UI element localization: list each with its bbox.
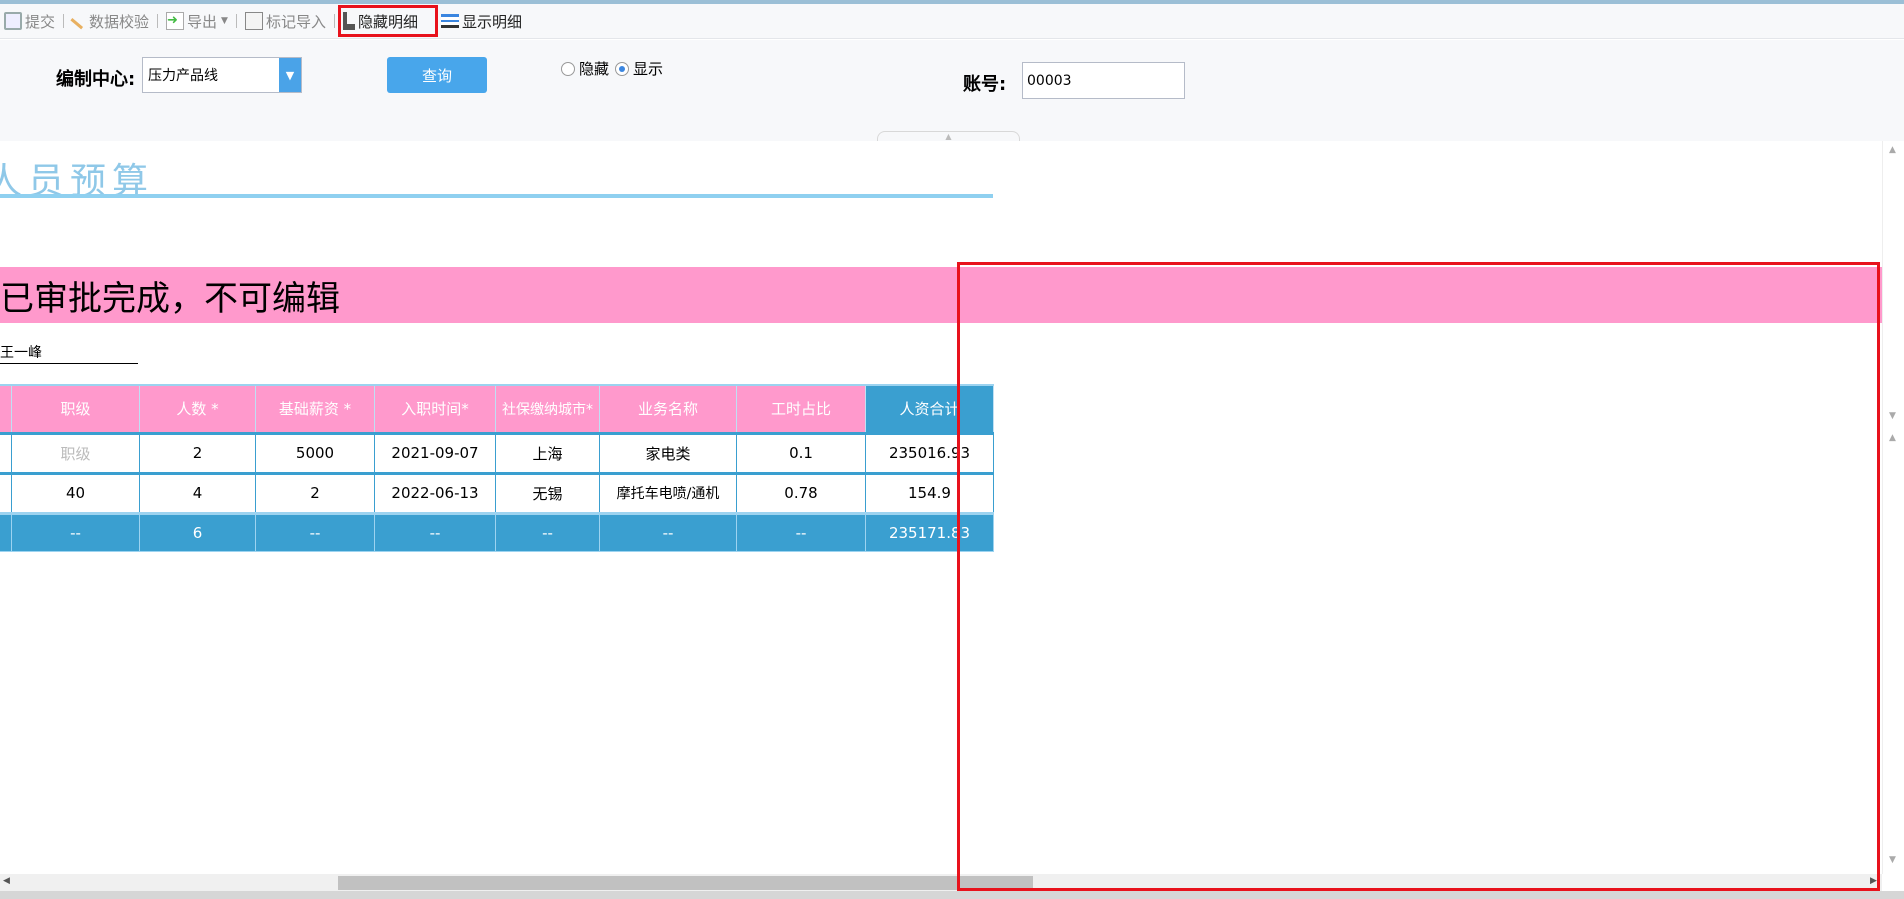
budget-table: 职级 人数 * 基础薪资 * 入职时间* 社保缴纳城市* 业务名称 工时占比 人…: [0, 384, 994, 552]
show-detail-button[interactable]: 显示明细: [437, 6, 526, 36]
cell[interactable]: 2: [139, 431, 256, 474]
cell[interactable]: 5000: [255, 431, 375, 474]
hide-detail-button[interactable]: 隐藏明细: [337, 5, 438, 37]
chevron-down-icon: ▼: [221, 16, 228, 26]
data-validate-button[interactable]: 数据校验: [68, 6, 153, 36]
scrollbar-thumb[interactable]: [338, 876, 1033, 890]
collapse-panel-toggle[interactable]: ▲: [877, 131, 1020, 141]
center-select[interactable]: 压力产品线 ▼: [142, 57, 302, 93]
col-header: 基础薪资 *: [255, 384, 375, 434]
export-icon: ➜: [166, 12, 185, 30]
toolbar: 提交 数据校验 ➜ 导出 ▼ 标记导入 隐藏明细 显示明细: [0, 4, 1904, 39]
col-header: 工时占比: [736, 384, 866, 434]
col-header: 人数 *: [139, 384, 256, 434]
divider: [333, 14, 335, 28]
mark-import-button[interactable]: 标记导入: [241, 6, 330, 36]
radio-hide[interactable]: [561, 61, 575, 76]
hide-detail-icon: [342, 12, 355, 30]
submit-button[interactable]: 提交: [0, 6, 59, 36]
cell[interactable]: 2021-09-07: [374, 431, 496, 474]
bottom-strip: [0, 891, 1904, 899]
cell[interactable]: 0.1: [736, 431, 866, 474]
detail-radio-group: 隐藏 显示: [561, 58, 663, 79]
cell[interactable]: 40: [11, 471, 140, 514]
col-header: 职级: [11, 384, 140, 434]
cell: --: [11, 511, 140, 552]
cell[interactable]: 家电类: [599, 431, 737, 474]
col-header: 入职时间*: [374, 384, 496, 434]
chevron-down-icon[interactable]: ▼: [279, 58, 301, 92]
cell: --: [374, 511, 496, 552]
cell[interactable]: 4: [139, 471, 256, 514]
cell[interactable]: 职级: [11, 431, 140, 474]
cell: 6: [139, 511, 256, 552]
cell[interactable]: 上海: [495, 431, 600, 474]
cell: --: [495, 511, 600, 552]
col-header: 人资合计: [865, 384, 994, 434]
cell[interactable]: 摩托车电喷/通机: [599, 471, 737, 514]
pencil-icon: [70, 12, 88, 30]
scroll-left-icon[interactable]: ◀: [3, 876, 10, 886]
col-header: 社保缴纳城市*: [495, 384, 600, 434]
arrow-up-icon: ▲: [945, 132, 952, 141]
divider: [157, 14, 159, 28]
status-banner: 已审批完成，不可编辑: [0, 267, 1882, 323]
scroll-down-icon[interactable]: ▼: [1889, 855, 1896, 865]
divider: [63, 14, 65, 28]
account-label: 账号:: [963, 74, 1007, 95]
cell: --: [736, 511, 866, 552]
table-row: 40 4 2 2022-06-13 无锡 摩托车电喷/通机 0.78 154.9: [0, 471, 994, 514]
cell[interactable]: 无锡: [495, 471, 600, 514]
cell: 154.9: [865, 471, 994, 514]
annotation-highlight-box: [957, 262, 1880, 891]
table-header: 职级 人数 * 基础薪资 * 入职时间* 社保缴纳城市* 业务名称 工时占比 人…: [0, 384, 994, 434]
cell[interactable]: 2022-06-13: [374, 471, 496, 514]
cell: --: [255, 511, 375, 552]
cell: 235016.93: [865, 431, 994, 474]
user-name: 王一峰: [0, 342, 138, 364]
cell[interactable]: 2: [255, 471, 375, 514]
title-underline: [0, 194, 993, 198]
export-button[interactable]: ➜ 导出 ▼: [162, 6, 232, 36]
col-header: 业务名称: [599, 384, 737, 434]
cell: --: [599, 511, 737, 552]
center-label: 编制中心:: [56, 69, 136, 90]
save-icon: [4, 12, 22, 30]
account-input[interactable]: 00003: [1022, 62, 1185, 99]
query-button[interactable]: 查询: [387, 57, 487, 93]
cell: 235171.83: [865, 511, 994, 552]
scroll-up-icon[interactable]: ▲: [1889, 145, 1896, 155]
scroll-right-icon[interactable]: ▶: [1870, 876, 1877, 886]
total-row: -- 6 -- -- -- -- -- 235171.83: [0, 511, 994, 552]
excel-import-icon: [244, 12, 263, 30]
cell[interactable]: 0.78: [736, 471, 866, 514]
vertical-scrollbar[interactable]: ▲ ▼ ▲ ▼: [1882, 141, 1904, 874]
divider: [235, 14, 237, 28]
radio-show[interactable]: [615, 61, 630, 76]
list-icon: [440, 14, 459, 28]
scroll-down-icon[interactable]: ▼: [1889, 411, 1896, 421]
table-row: 职级 2 5000 2021-09-07 上海 家电类 0.1 235016.9…: [0, 431, 994, 474]
scroll-up-icon[interactable]: ▲: [1889, 433, 1896, 443]
